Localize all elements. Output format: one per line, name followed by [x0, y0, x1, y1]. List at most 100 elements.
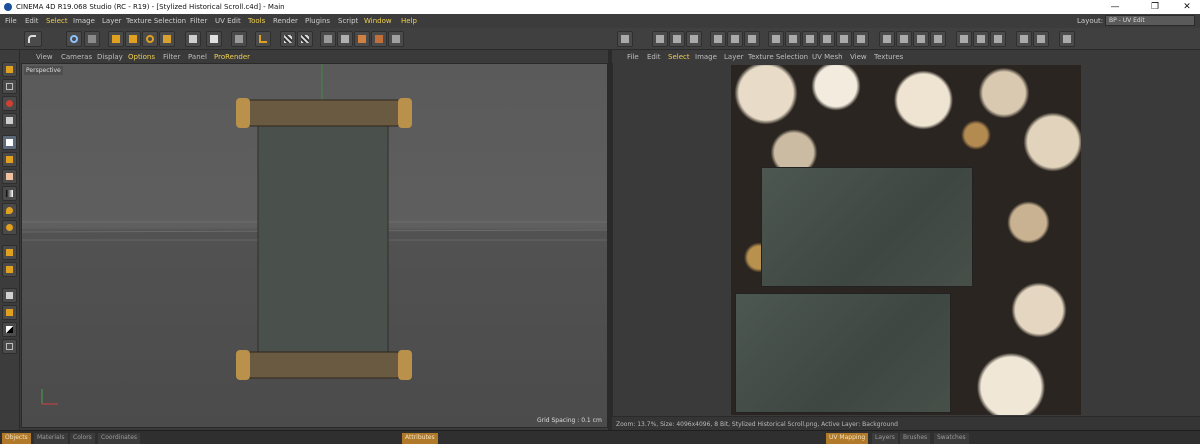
live-selection-button[interactable]: [66, 31, 82, 47]
viewport-menu-view[interactable]: View: [36, 53, 53, 61]
menu-image[interactable]: Image: [73, 17, 95, 25]
menu-edit[interactable]: Edit: [25, 17, 39, 25]
layout-dropdown[interactable]: BP - UV Edit: [1105, 15, 1195, 26]
viewport-menu-display[interactable]: Display: [97, 53, 123, 61]
menu-plugins[interactable]: Plugins: [305, 17, 330, 25]
viewport-menu-options[interactable]: Options: [128, 53, 155, 61]
tab-objects[interactable]: Objects: [2, 433, 31, 444]
menu-select[interactable]: Select: [46, 17, 68, 25]
uv-tool-10-button[interactable]: [802, 31, 818, 47]
uv-menu-uv-mesh[interactable]: UV Mesh: [812, 53, 843, 61]
uv-tool-16-button[interactable]: [913, 31, 929, 47]
tab-uv-mapping[interactable]: UV Mapping: [826, 433, 869, 444]
menu-layer[interactable]: Layer: [102, 17, 122, 25]
object-mode-button[interactable]: [388, 31, 404, 47]
uv-tool-3-button[interactable]: [669, 31, 685, 47]
tab-colors[interactable]: Colors: [70, 433, 95, 444]
uv-tool-23-button[interactable]: [1059, 31, 1075, 47]
tab-materials[interactable]: Materials: [34, 433, 68, 444]
tab-brushes[interactable]: Brushes: [900, 433, 931, 444]
uv-tool-20-button[interactable]: [990, 31, 1006, 47]
magic-wand-button[interactable]: [2, 305, 17, 320]
uv-tool-6-button[interactable]: [727, 31, 743, 47]
uv-menu-texture-selection[interactable]: Texture Selection: [748, 53, 808, 61]
cube-object-button[interactable]: [337, 31, 353, 47]
uv-menu-edit[interactable]: Edit: [647, 53, 661, 61]
uv-island-parchment-top[interactable]: [761, 167, 973, 287]
tab-coordinates[interactable]: Coordinates: [98, 433, 141, 444]
viewport-menu-filter[interactable]: Filter: [163, 53, 180, 61]
uv-tool-11-button[interactable]: [819, 31, 835, 47]
coordinate-system-button[interactable]: [255, 31, 271, 47]
uv-tool-1-button[interactable]: [617, 31, 633, 47]
box-select-button[interactable]: [2, 79, 17, 94]
edit-render-settings-button[interactable]: [320, 31, 336, 47]
menu-help[interactable]: Help: [401, 17, 417, 25]
menu-script[interactable]: Script: [338, 17, 358, 25]
uv-tool-18-button[interactable]: [956, 31, 972, 47]
viewport-menu-prorender[interactable]: ProRender: [214, 53, 250, 61]
uv-menu-layer[interactable]: Layer: [724, 53, 744, 61]
menu-texture-selection[interactable]: Texture Selection: [126, 17, 186, 25]
undo-button[interactable]: [24, 31, 42, 47]
star-tool-button[interactable]: [2, 262, 17, 277]
menu-tools[interactable]: Tools: [248, 17, 265, 25]
scale-tool-button[interactable]: [125, 31, 141, 47]
render-view-button[interactable]: [280, 31, 296, 47]
render-picture-viewer-button[interactable]: [297, 31, 313, 47]
gradient-button[interactable]: [2, 186, 17, 201]
uv-tool-7-button[interactable]: [744, 31, 760, 47]
edges-mode-button[interactable]: [2, 113, 17, 128]
uv-tool-4-button[interactable]: [686, 31, 702, 47]
viewport-menu-panel[interactable]: Panel: [188, 53, 207, 61]
text-tool-button[interactable]: [2, 245, 17, 260]
uv-tool-21-button[interactable]: [1016, 31, 1032, 47]
brush-tool-button[interactable]: [2, 135, 17, 150]
uv-editor-canvas[interactable]: [612, 63, 1200, 416]
menu-render[interactable]: Render: [273, 17, 298, 25]
tab-swatches[interactable]: Swatches: [934, 433, 969, 444]
uv-tool-14-button[interactable]: [879, 31, 895, 47]
close-button[interactable]: ✕: [1180, 1, 1194, 13]
smudge-button[interactable]: [2, 220, 17, 235]
uv-menu-select[interactable]: Select: [668, 53, 690, 61]
menu-file[interactable]: File: [5, 17, 17, 25]
uv-menu-image[interactable]: Image: [695, 53, 717, 61]
uv-tool-9-button[interactable]: [785, 31, 801, 47]
minimize-button[interactable]: —: [1108, 1, 1122, 13]
uv-tool-22-button[interactable]: [1033, 31, 1049, 47]
uv-tool-17-button[interactable]: [930, 31, 946, 47]
uv-island-parchment-bottom[interactable]: [735, 293, 951, 413]
restore-button[interactable]: ❐: [1148, 1, 1162, 13]
uv-tool-8-button[interactable]: [768, 31, 784, 47]
fill-bucket-button[interactable]: [2, 203, 17, 218]
model-mode-button[interactable]: [354, 31, 370, 47]
color-swatch-button[interactable]: [2, 322, 17, 337]
paint-tool-button[interactable]: [185, 31, 201, 47]
navigator-button[interactable]: [2, 339, 17, 354]
menu-filter[interactable]: Filter: [190, 17, 207, 25]
tab-attributes[interactable]: Attributes: [402, 433, 438, 444]
uv-tool-13-button[interactable]: [853, 31, 869, 47]
axis-button[interactable]: [159, 31, 175, 47]
uv-tool-2-button[interactable]: [652, 31, 668, 47]
uv-tool-5-button[interactable]: [710, 31, 726, 47]
move-palette-button[interactable]: [2, 62, 17, 77]
eraser-button[interactable]: [2, 169, 17, 184]
uv-menu-view[interactable]: View: [850, 53, 867, 61]
perspective-viewport[interactable]: Perspective Grid Spacing : 0.1 cm: [21, 63, 608, 428]
uv-tool-12-button[interactable]: [836, 31, 852, 47]
render-region-button[interactable]: [231, 31, 247, 47]
menu-window[interactable]: Window: [364, 17, 392, 25]
clone-tool-button[interactable]: [2, 152, 17, 167]
selection-mode-button[interactable]: [84, 31, 100, 47]
uv-tool-15-button[interactable]: [896, 31, 912, 47]
uv-tool-19-button[interactable]: [973, 31, 989, 47]
texture-mode-button[interactable]: [371, 31, 387, 47]
3d-paint-button[interactable]: [206, 31, 222, 47]
eyedropper-button[interactable]: [2, 288, 17, 303]
viewport-menu-cameras[interactable]: Cameras: [61, 53, 92, 61]
menu-uv-edit[interactable]: UV Edit: [215, 17, 241, 25]
points-mode-button[interactable]: [2, 96, 17, 111]
uv-menu-file[interactable]: File: [627, 53, 639, 61]
